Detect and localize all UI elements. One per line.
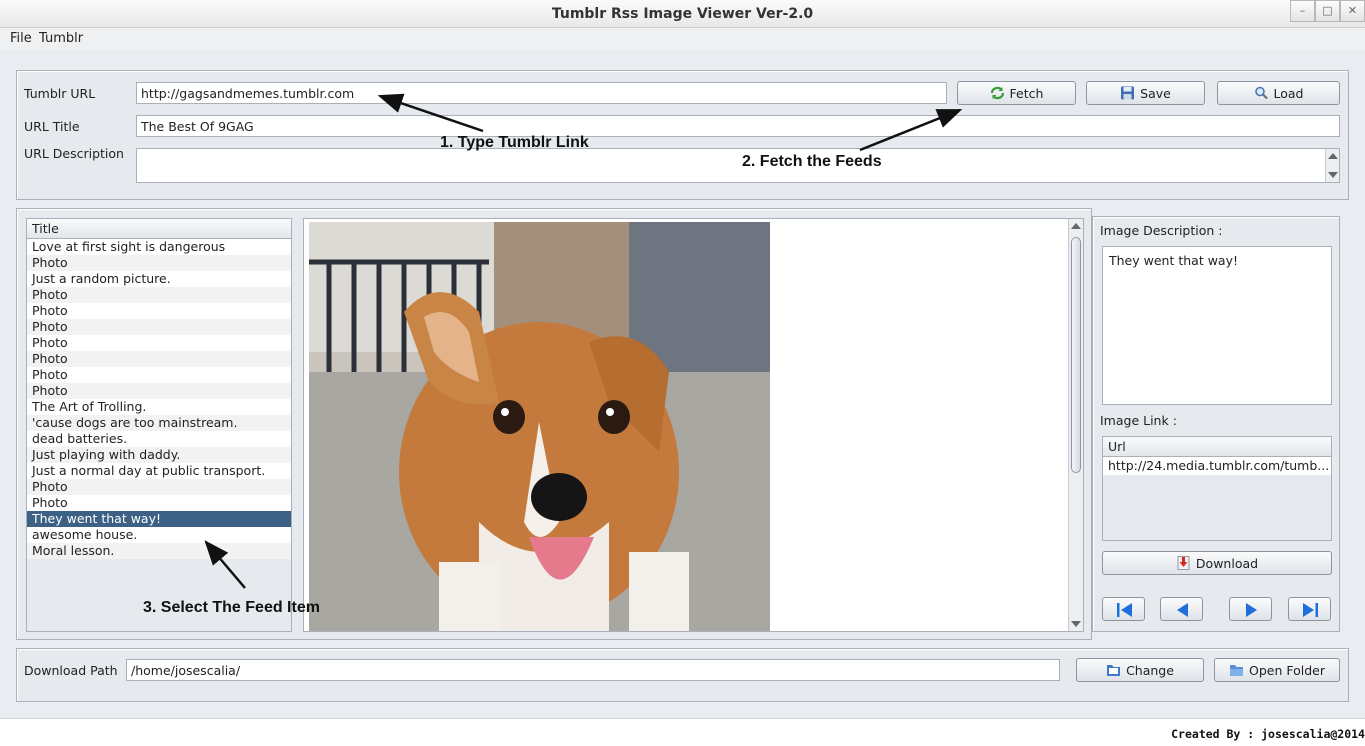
load-label: Load <box>1273 85 1304 101</box>
feed-list-item[interactable]: Photo <box>27 495 291 511</box>
feed-list-item[interactable]: dead batteries. <box>27 431 291 447</box>
next-icon <box>1246 603 1257 617</box>
scroll-down-icon[interactable] <box>1071 621 1081 627</box>
menu-bar: File Tumblr <box>0 28 1365 50</box>
image-description-label: Image Description : <box>1100 223 1223 238</box>
skip-first-icon <box>1117 603 1132 617</box>
feed-list-item[interactable]: 'cause dogs are too mainstream. <box>27 415 291 431</box>
open-folder-label: Open Folder <box>1249 662 1325 678</box>
feed-list-item[interactable]: Just a normal day at public transport. <box>27 463 291 479</box>
image-link-label: Image Link : <box>1100 413 1177 428</box>
feed-list-item[interactable]: They went that way! <box>27 511 291 527</box>
load-button[interactable]: Load <box>1217 81 1340 105</box>
close-button[interactable]: ✕ <box>1340 0 1365 22</box>
url-title-label: URL Title <box>24 119 80 134</box>
scroll-up-icon[interactable] <box>1328 153 1338 159</box>
feed-list-item[interactable]: The Art of Trolling. <box>27 399 291 415</box>
download-path-label: Download Path <box>24 663 118 678</box>
feed-list-item[interactable]: Just playing with daddy. <box>27 447 291 463</box>
window-title: Tumblr Rss Image Viewer Ver-2.0 <box>551 6 814 22</box>
tumblr-url-input[interactable] <box>136 82 947 104</box>
folder-open-icon <box>1106 663 1121 677</box>
download-path-input[interactable] <box>126 659 1060 681</box>
last-item-button[interactable] <box>1288 597 1331 621</box>
url-description-label: URL Description <box>24 146 124 161</box>
feed-list-item[interactable]: Photo <box>27 351 291 367</box>
feed-list-item[interactable]: Love at first sight is dangerous <box>27 239 291 255</box>
fetch-button[interactable]: Fetch <box>957 81 1076 105</box>
next-item-button[interactable] <box>1229 597 1272 621</box>
status-footer: Created By : josescalia@2014 <box>0 718 1365 746</box>
feed-list: Title Love at first sight is dangerous Ph… <box>26 218 292 632</box>
menu-file[interactable]: File <box>10 31 32 46</box>
feed-list-item[interactable]: Moral lesson. <box>27 543 291 559</box>
puppy-photo <box>309 222 770 631</box>
feed-list-item[interactable]: Photo <box>27 303 291 319</box>
feed-list-item[interactable]: Photo <box>27 367 291 383</box>
scroll-down-icon[interactable] <box>1328 172 1338 178</box>
annotation-step3: 3. Select The Feed Item <box>143 599 320 616</box>
feed-list-item[interactable]: Photo <box>27 287 291 303</box>
previous-item-button[interactable] <box>1160 597 1203 621</box>
image-link-row[interactable]: http://24.media.tumblr.com/tumb... <box>1103 457 1331 475</box>
image-scrollbar[interactable] <box>1068 219 1083 631</box>
magnifier-icon <box>1254 86 1269 100</box>
save-label: Save <box>1140 85 1171 101</box>
open-folder-button[interactable]: Open Folder <box>1214 658 1340 682</box>
credit-text: Created By : josescalia@2014 <box>1171 727 1365 741</box>
skip-last-icon <box>1303 603 1318 617</box>
folder-icon <box>1229 663 1244 677</box>
image-viewer <box>303 218 1084 632</box>
window-controls: – □ ✕ <box>1290 0 1365 22</box>
floppy-disk-icon <box>1120 86 1135 100</box>
image-description-textarea[interactable]: They went that way! <box>1102 246 1332 405</box>
maximize-button[interactable]: □ <box>1315 0 1340 22</box>
feed-list-item[interactable]: Photo <box>27 255 291 271</box>
feed-list-item[interactable]: Photo <box>27 479 291 495</box>
scroll-thumb[interactable] <box>1071 237 1081 473</box>
download-icon <box>1176 556 1191 570</box>
image-link-header[interactable]: Url <box>1103 437 1331 457</box>
url-title-input[interactable] <box>136 115 1340 137</box>
description-scrollbar[interactable] <box>1325 149 1339 182</box>
first-item-button[interactable] <box>1102 597 1145 621</box>
feed-list-item[interactable]: awesome house. <box>27 527 291 543</box>
download-button[interactable]: Download <box>1102 551 1332 575</box>
feed-list-item[interactable]: Photo <box>27 319 291 335</box>
image-link-table: Url http://24.media.tumblr.com/tumb... <box>1102 436 1332 541</box>
refresh-icon <box>990 86 1005 100</box>
title-bar: Tumblr Rss Image Viewer Ver-2.0 – □ ✕ <box>0 0 1365 28</box>
feed-list-item[interactable]: Just a random picture. <box>27 271 291 287</box>
change-button[interactable]: Change <box>1076 658 1204 682</box>
scroll-up-icon[interactable] <box>1071 223 1081 229</box>
save-button[interactable]: Save <box>1086 81 1205 105</box>
feed-list-header[interactable]: Title <box>27 219 291 239</box>
menu-tumblr[interactable]: Tumblr <box>39 31 83 46</box>
minimize-button[interactable]: – <box>1290 0 1315 22</box>
fetch-label: Fetch <box>1009 85 1044 101</box>
feed-list-item[interactable]: Photo <box>27 335 291 351</box>
image-description-text: They went that way! <box>1109 253 1238 268</box>
annotation-step2: 2. Fetch the Feeds <box>742 153 882 170</box>
feed-rows: Love at first sight is dangerous Photo Jus… <box>27 239 291 559</box>
annotation-step1: 1. Type Tumblr Link <box>440 134 589 151</box>
previous-icon <box>1177 603 1188 617</box>
tumblr-url-label: Tumblr URL <box>24 86 96 101</box>
download-label: Download <box>1195 555 1259 571</box>
change-label: Change <box>1126 662 1174 678</box>
url-description-textarea[interactable] <box>136 148 1340 183</box>
feed-list-item[interactable]: Photo <box>27 383 291 399</box>
